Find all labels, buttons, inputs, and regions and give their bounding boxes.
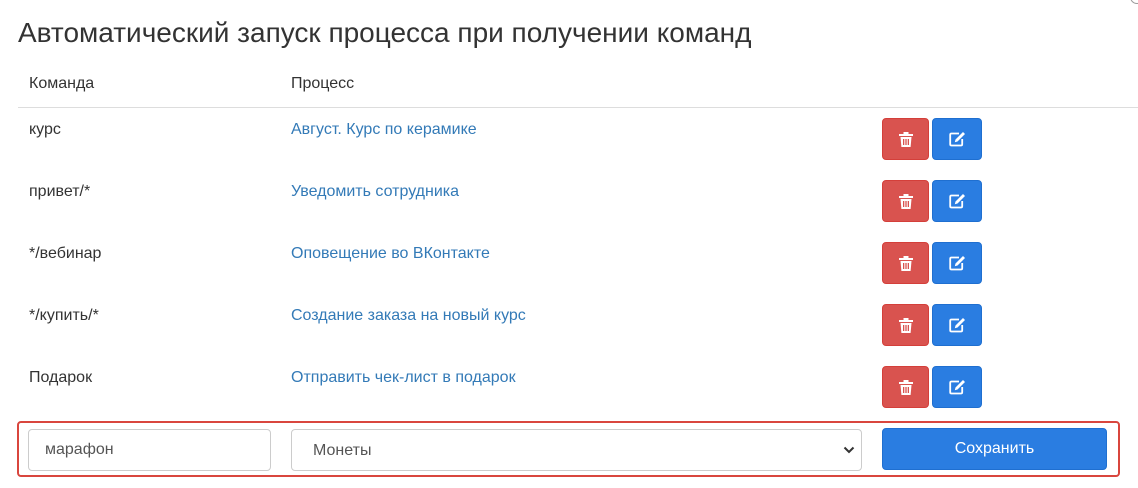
- command-cell: Подарок: [29, 369, 93, 386]
- delete-button[interactable]: [882, 304, 929, 346]
- trash-icon: [898, 193, 913, 209]
- trash-icon: [898, 255, 913, 271]
- delete-button[interactable]: [882, 366, 929, 408]
- edit-icon: [948, 132, 965, 147]
- process-select[interactable]: Монеты: [291, 429, 862, 471]
- edit-icon: [948, 380, 965, 395]
- save-button[interactable]: Сохранить: [882, 428, 1107, 470]
- trash-icon: [898, 317, 913, 333]
- delete-button[interactable]: [882, 242, 929, 284]
- table-header: Команда Процесс: [18, 66, 1138, 108]
- edit-button[interactable]: [932, 118, 982, 160]
- circle-icon: [1130, 0, 1138, 4]
- command-cell: */вебинар: [29, 245, 102, 262]
- page-title: Автоматический запуск процесса при получ…: [18, 17, 752, 48]
- new-command-row: Монеты Сохранить: [17, 421, 1120, 477]
- process-link[interactable]: Уведомить сотрудника: [291, 182, 459, 202]
- page: Автоматический запуск процесса при получ…: [0, 0, 1138, 488]
- process-link[interactable]: Создание заказа на новый курс: [291, 306, 526, 326]
- column-header-process: Процесс: [291, 75, 355, 92]
- chevron-down-icon: [843, 446, 855, 454]
- edit-button[interactable]: [932, 242, 982, 284]
- command-cell: курс: [29, 121, 61, 138]
- trash-icon: [898, 379, 913, 395]
- edit-button[interactable]: [932, 180, 982, 222]
- delete-button[interactable]: [882, 180, 929, 222]
- table-row: */вебинар Оповещение во ВКонтакте: [18, 231, 1138, 293]
- command-input[interactable]: [28, 429, 271, 471]
- column-header-command: Команда: [29, 75, 95, 92]
- process-link[interactable]: Отправить чек-лист в подарок: [291, 368, 516, 388]
- table-row: */купить/* Создание заказа на новый курс: [18, 293, 1138, 355]
- trash-icon: [898, 131, 913, 147]
- edit-icon: [948, 194, 965, 209]
- edit-button[interactable]: [932, 366, 982, 408]
- process-link[interactable]: Август. Курс по керамике: [291, 120, 477, 140]
- process-select-value: Монеты: [313, 442, 372, 459]
- edit-button[interactable]: [932, 304, 982, 346]
- command-cell: */купить/*: [29, 307, 99, 324]
- table-row: курс Август. Курс по керамике: [18, 107, 1138, 169]
- command-cell: привет/*: [29, 183, 91, 200]
- edit-icon: [948, 318, 965, 333]
- table-row: привет/* Уведомить сотрудника: [18, 169, 1138, 231]
- process-link[interactable]: Оповещение во ВКонтакте: [291, 244, 490, 264]
- edit-icon: [948, 256, 965, 271]
- table-row: Подарок Отправить чек-лист в подарок: [18, 355, 1138, 417]
- delete-button[interactable]: [882, 118, 929, 160]
